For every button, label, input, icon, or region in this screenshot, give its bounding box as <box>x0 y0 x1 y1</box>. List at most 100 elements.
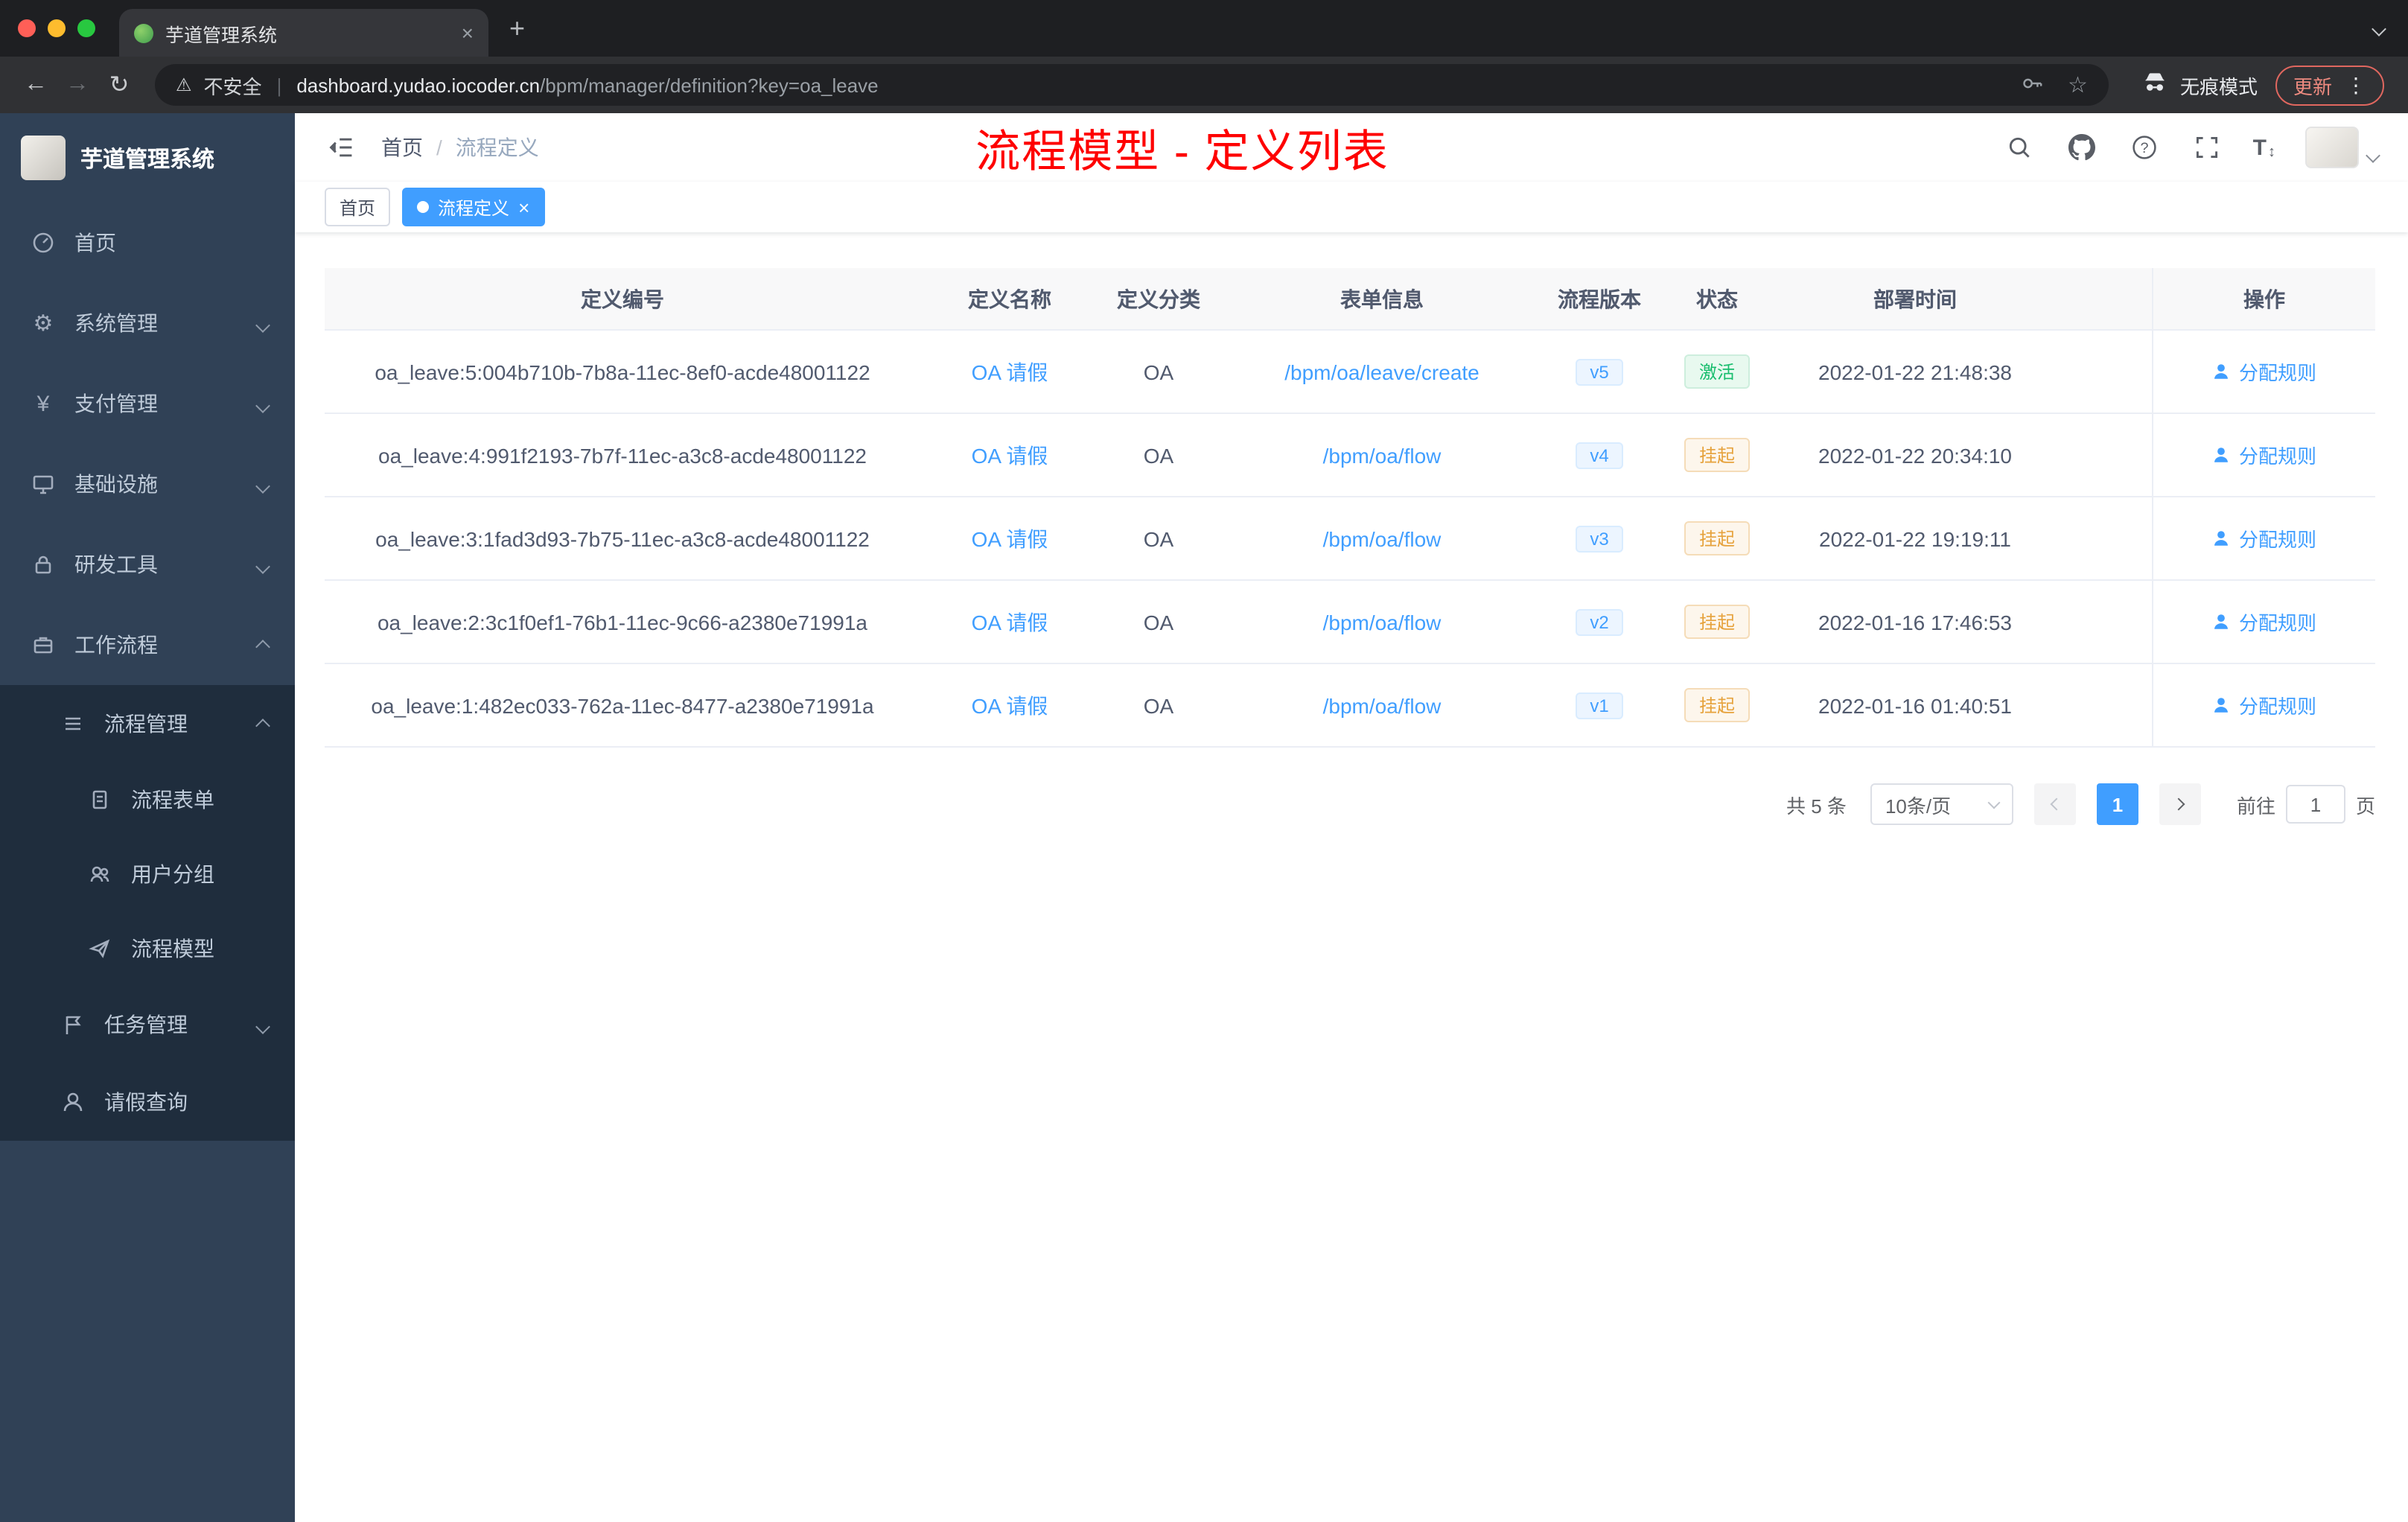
assign-rule-button[interactable]: 分配规则 <box>2212 691 2316 719</box>
definition-name-link[interactable]: OA 请假 <box>972 690 1048 720</box>
sidebar-item-user-group[interactable]: 用户分组 <box>0 837 295 911</box>
list-tree-icon <box>60 710 86 737</box>
tab-close-icon[interactable]: × <box>462 21 474 45</box>
bookmark-star-icon[interactable]: ☆ <box>2068 71 2088 98</box>
sidebar-item-home[interactable]: 首页 <box>0 203 295 283</box>
total-count: 共 5 条 <box>1786 795 1847 817</box>
chevron-down-icon <box>255 1013 270 1037</box>
paper-plane-icon <box>86 935 113 962</box>
chevron-down-icon <box>255 553 270 576</box>
dashboard-icon <box>30 229 57 256</box>
reload-button[interactable]: ↻ <box>98 64 140 106</box>
tag-close-icon[interactable]: × <box>518 196 529 218</box>
back-button[interactable]: ← <box>15 64 57 106</box>
tab-title: 芋道管理系统 <box>165 25 278 45</box>
col-form-info: 表单信息 <box>1340 287 1424 311</box>
page-content: 定义编号 定义名称 定义分类 表单信息 流程版本 状态 部署时间 操作 oa_l… <box>295 232 2408 825</box>
annotation-title: 流程模型 - 定义列表 <box>975 128 1389 177</box>
window-minimize-button[interactable] <box>48 19 66 37</box>
tag-process-definition[interactable]: 流程定义 × <box>402 188 545 226</box>
browser-tab[interactable]: 芋道管理系统 × <box>119 9 488 57</box>
definition-name-link[interactable]: OA 请假 <box>972 357 1048 386</box>
sidebar-item-system[interactable]: ⚙ 系统管理 <box>0 283 295 363</box>
fullscreen-icon[interactable] <box>2191 131 2223 164</box>
assign-rule-button[interactable]: 分配规则 <box>2212 441 2316 469</box>
version-tag: v2 <box>1575 608 1624 635</box>
sidebar-item-task-management[interactable]: 任务管理 <box>0 986 295 1063</box>
assign-rule-button[interactable]: 分配规则 <box>2212 608 2316 636</box>
cell-deploy-time: 2022-01-16 01:40:51 <box>1818 693 2012 717</box>
breadcrumb-home[interactable]: 首页 <box>381 133 423 162</box>
lock-icon <box>30 551 57 578</box>
form-link[interactable]: /bpm/oa/flow <box>1323 526 1442 550</box>
sidebar-item-dev-tools[interactable]: 研发工具 <box>0 524 295 605</box>
definition-name-link[interactable]: OA 请假 <box>972 607 1048 637</box>
user-icon <box>2215 448 2229 462</box>
assign-rule-button[interactable]: 分配规则 <box>2212 357 2316 386</box>
gear-icon: ⚙ <box>33 311 54 337</box>
goto-page-input[interactable] <box>2285 785 2345 824</box>
tab-search-icon[interactable] <box>2372 15 2386 42</box>
github-icon[interactable] <box>2065 131 2098 164</box>
browser-menu-icon[interactable]: ⋮ <box>2345 72 2366 98</box>
window-zoom-button[interactable] <box>77 19 95 37</box>
yen-icon: ¥ <box>36 391 50 416</box>
browser-toolbar: ← → ↻ ⚠ 不安全 | dashboard.yudao.iocoder.cn… <box>0 57 2408 113</box>
window-close-button[interactable] <box>18 19 36 37</box>
cell-category: OA <box>1143 610 1174 634</box>
browser-update-button[interactable]: 更新 ⋮ <box>2275 65 2384 105</box>
forward-button[interactable]: → <box>57 64 98 106</box>
key-icon[interactable] <box>2020 71 2044 99</box>
logo-avatar <box>21 136 66 180</box>
sidebar-item-process-form[interactable]: 流程表单 <box>0 762 295 837</box>
window-controls <box>18 19 95 37</box>
help-icon[interactable]: ? <box>2128 131 2161 164</box>
form-link[interactable]: /bpm/oa/leave/create <box>1284 360 1479 383</box>
url-text: dashboard.yudao.iocoder.cn/bpm/manager/d… <box>296 74 878 96</box>
chevron-down-icon <box>255 311 270 335</box>
assign-rule-button[interactable]: 分配规则 <box>2212 524 2316 553</box>
current-page-button[interactable]: 1 <box>2096 783 2138 825</box>
version-tag: v4 <box>1575 442 1624 468</box>
page-size-select[interactable]: 10条/页 <box>1870 783 2013 825</box>
sidebar-item-payment[interactable]: ¥ 支付管理 <box>0 363 295 444</box>
incognito-icon <box>2141 69 2168 101</box>
user-menu[interactable] <box>2305 127 2380 168</box>
sidebar-item-workflow[interactable]: 工作流程 <box>0 605 295 685</box>
new-tab-button[interactable]: + <box>509 13 525 44</box>
cell-deploy-time: 2022-01-16 17:46:53 <box>1818 610 2012 634</box>
cell-id: oa_leave:1:482ec033-762a-11ec-8477-a2380… <box>371 693 874 717</box>
version-tag: v5 <box>1575 358 1624 385</box>
page-unit-label: 页 <box>2355 795 2375 817</box>
address-bar[interactable]: ⚠ 不安全 | dashboard.yudao.iocoder.cn/bpm/m… <box>155 64 2109 106</box>
security-label[interactable]: 不安全 <box>204 71 262 99</box>
user-icon <box>2215 614 2229 629</box>
sidebar-item-leave-query[interactable]: 请假查询 <box>0 1063 295 1141</box>
cell-id: oa_leave:5:004b710b-7b8a-11ec-8ef0-acde4… <box>375 360 870 383</box>
sidebar-logo[interactable]: 芋道管理系统 <box>0 113 295 203</box>
definition-name-link[interactable]: OA 请假 <box>972 440 1048 470</box>
col-process-version: 流程版本 <box>1558 287 1641 311</box>
form-link[interactable]: /bpm/oa/flow <box>1323 610 1442 634</box>
col-definition-name: 定义名称 <box>968 287 1051 311</box>
form-link[interactable]: /bpm/oa/flow <box>1323 443 1442 467</box>
monitor-icon <box>30 471 57 497</box>
definition-name-link[interactable]: OA 请假 <box>972 523 1048 553</box>
table-row: oa_leave:1:482ec033-762a-11ec-8477-a2380… <box>325 664 2375 748</box>
user-icon <box>2215 364 2229 379</box>
font-size-icon[interactable]: T ↕ <box>2253 135 2275 160</box>
user-avatar[interactable] <box>2305 127 2359 168</box>
cell-id: oa_leave:2:3c1f0ef1-76b1-11ec-9c66-a2380… <box>377 610 867 634</box>
sidebar-item-process-management[interactable]: 流程管理 <box>0 685 295 762</box>
tags-view: 首页 流程定义 × <box>295 182 2408 232</box>
next-page-button[interactable] <box>2159 783 2201 825</box>
sidebar-item-infrastructure[interactable]: 基础设施 <box>0 444 295 524</box>
chevron-up-icon <box>255 633 270 657</box>
user-icon <box>60 1089 86 1115</box>
form-link[interactable]: /bpm/oa/flow <box>1323 693 1442 717</box>
search-icon[interactable] <box>2003 131 2036 164</box>
sidebar-item-process-model[interactable]: 流程模型 <box>0 911 295 986</box>
prev-page-button[interactable] <box>2033 783 2076 825</box>
tag-home[interactable]: 首页 <box>325 188 391 226</box>
sidebar-collapse-icon[interactable] <box>325 131 357 164</box>
